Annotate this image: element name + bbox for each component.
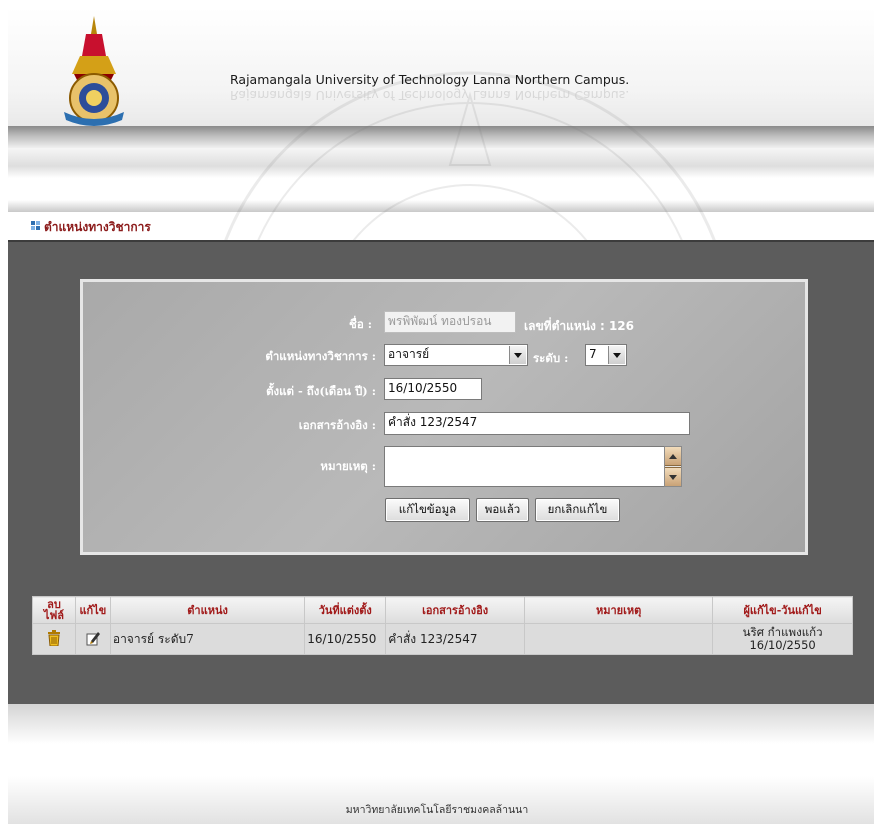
col-note: หมายเหตุ — [523, 596, 714, 624]
appointed-date-cell: 16/10/2550 — [304, 623, 387, 655]
edit-pen-icon[interactable] — [86, 630, 100, 646]
section-bullet-icon — [31, 221, 40, 230]
level-select[interactable]: 7 — [585, 344, 627, 366]
level-label: ระดับ : — [533, 351, 569, 365]
done-button[interactable]: พอแล้ว — [476, 498, 529, 522]
position-number: เลขที่ตำแหน่ง : 126 — [524, 319, 635, 333]
col-reference: เอกสารอ้างอิง — [385, 596, 525, 624]
col-editor: ผู้แก้ไข-วันแก้ไข — [712, 596, 853, 624]
scroll-down-icon[interactable] — [665, 467, 681, 486]
header-divider — [8, 126, 874, 148]
header-banner — [8, 8, 874, 126]
university-title: Rajamangala University of Technology Lan… — [230, 72, 630, 87]
editor-cell: นริศ กำแพงแก้ว 16/10/2550 — [712, 623, 853, 655]
section-divider — [8, 200, 874, 212]
name-field[interactable]: พรพิพัฒน์ ทองปรอน — [384, 311, 516, 333]
editor-date: 16/10/2550 — [749, 638, 816, 652]
col-appointed-date: วันที่แต่งตั้ง — [304, 596, 387, 624]
col-delete: ลบ ไฟล์ — [32, 596, 76, 624]
nav-band — [8, 148, 874, 178]
trash-icon[interactable] — [47, 629, 61, 646]
table-header-row: ลบ ไฟล์ แก้ไข ตำแหน่ง วันที่แต่งตั้ง เอก… — [32, 596, 853, 624]
university-logo — [64, 16, 124, 126]
chevron-down-icon — [509, 346, 526, 364]
position-select[interactable]: อาจารย์ — [384, 344, 528, 366]
edit-data-button[interactable]: แก้ไขข้อมูล — [385, 498, 470, 522]
position-cell: อาจารย์ ระดับ7 — [109, 623, 306, 655]
name-label: ชื่อ : — [349, 317, 372, 331]
section-title: ตำแหน่งทางวิชาการ — [44, 220, 151, 234]
table-row: อาจารย์ ระดับ7 16/10/2550 คำสั่ง 123/254… — [32, 623, 853, 655]
note-scrollbar[interactable] — [664, 446, 682, 487]
cancel-edit-button[interactable]: ยกเลิกแก้ไข — [535, 498, 620, 522]
university-title-reflection: Rajamangala University of Technology Lan… — [230, 88, 630, 103]
scroll-up-icon[interactable] — [665, 447, 681, 466]
footer-text: มหาวิทยาลัยเทคโนโลยีราชมงคลล้านนา — [345, 804, 529, 816]
reference-cell: คำสั่ง 123/2547 — [385, 623, 525, 655]
note-label: หมายเหตุ : — [320, 459, 376, 473]
content-panel-footer — [8, 704, 874, 744]
level-select-value: 7 — [589, 347, 597, 361]
delete-cell[interactable] — [32, 623, 76, 655]
chevron-down-icon — [608, 346, 625, 364]
date-label: ตั้งแต่ - ถึง(เดือน ปี) : — [266, 384, 376, 398]
note-cell — [523, 623, 714, 655]
col-position: ตำแหน่ง — [109, 596, 306, 624]
note-textarea[interactable] — [384, 446, 682, 487]
reference-field[interactable]: คำสั่ง 123/2547 — [384, 412, 690, 435]
date-field[interactable]: 16/10/2550 — [384, 378, 482, 400]
position-table: ลบ ไฟล์ แก้ไข ตำแหน่ง วันที่แต่งตั้ง เอก… — [32, 596, 853, 655]
position-label: ตำแหน่งทางวิชาการ : — [265, 349, 376, 363]
col-edit: แก้ไข — [74, 596, 111, 624]
reference-label: เอกสารอ้างอิง : — [298, 418, 376, 432]
edit-cell[interactable] — [74, 623, 111, 655]
position-select-value: อาจารย์ — [388, 347, 430, 361]
